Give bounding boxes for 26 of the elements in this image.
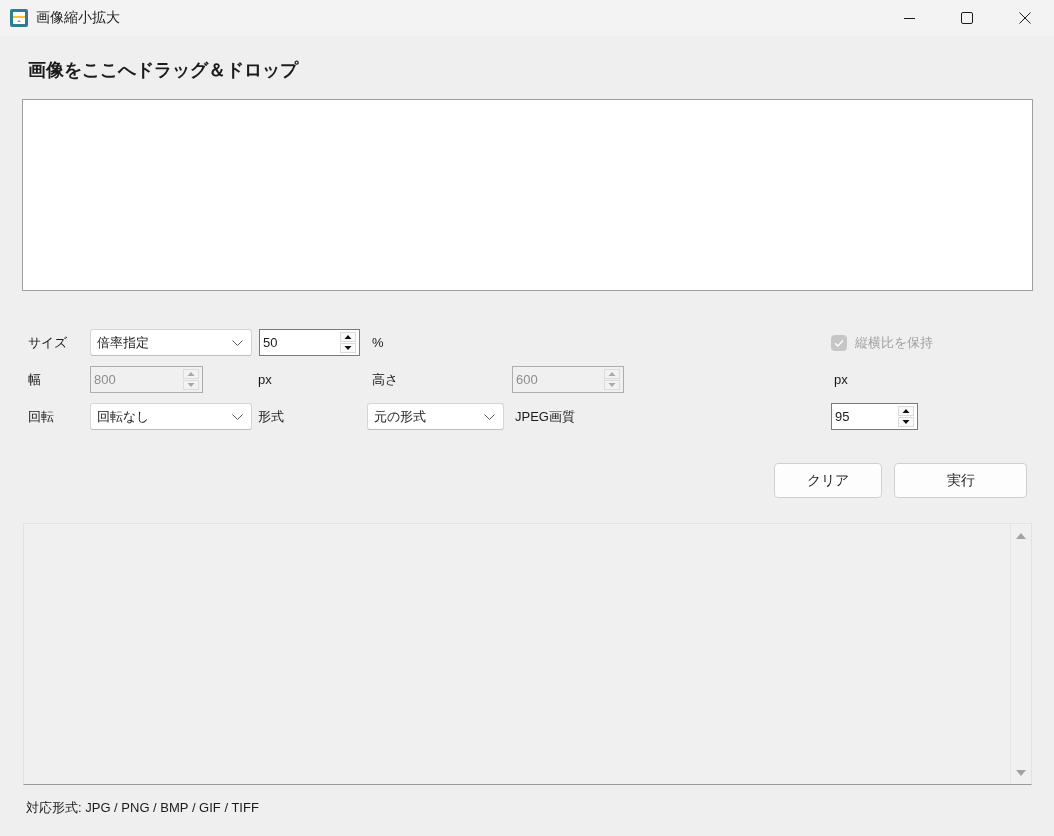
run-button[interactable]: 実行 xyxy=(894,463,1027,498)
chevron-down-icon xyxy=(232,413,243,420)
size-mode-dropdown[interactable]: 倍率指定 xyxy=(90,329,252,356)
quality-number-field[interactable]: 95 xyxy=(831,403,918,430)
clear-button[interactable]: クリア xyxy=(774,463,882,498)
rotation-dropdown[interactable]: 回転なし xyxy=(90,403,252,430)
field-label: 幅 xyxy=(28,370,41,389)
window-title: 画像縮小拡大 xyxy=(36,9,120,27)
status-text: 対応形式: JPG / PNG / BMP / GIF / TIFF xyxy=(26,799,260,817)
field-label: サイズ xyxy=(28,333,67,352)
scale-number-field[interactable]: 50 xyxy=(259,329,360,356)
unit-label: px xyxy=(258,372,272,387)
field-label: 回転 xyxy=(28,407,54,426)
field-label: 高さ xyxy=(372,370,398,389)
image-icon xyxy=(10,9,28,27)
heading: 画像をここへドラッグ＆ドロップ xyxy=(28,59,300,82)
chevron-down-icon xyxy=(232,339,243,346)
format-dropdown[interactable]: 元の形式 xyxy=(367,403,504,430)
field-label: 形式 xyxy=(258,407,284,426)
chevron-down-icon xyxy=(484,413,495,420)
unit-label: % xyxy=(372,335,384,350)
unit-label: px xyxy=(834,372,848,387)
maximize-icon xyxy=(961,12,973,24)
field-label: JPEG画質 xyxy=(515,407,575,426)
minimize-icon xyxy=(903,17,915,19)
close-icon xyxy=(1019,12,1031,24)
